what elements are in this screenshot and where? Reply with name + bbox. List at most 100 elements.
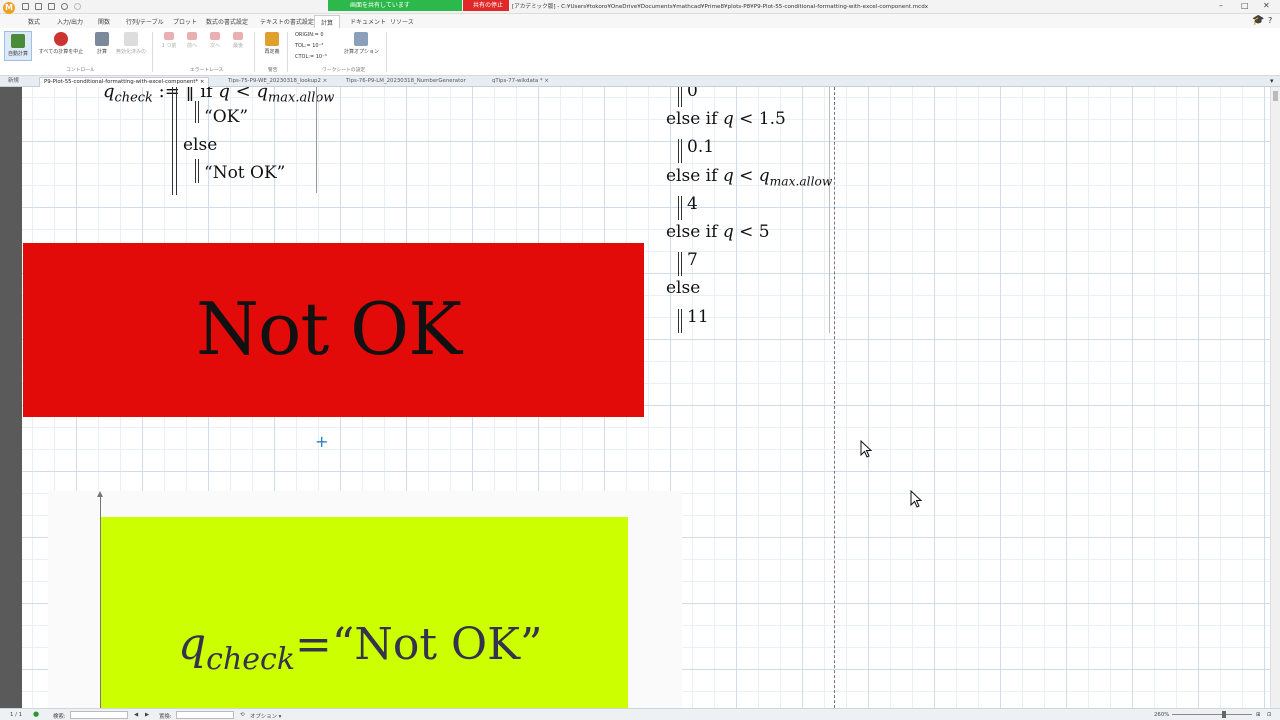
else-keyword[interactable]: else (183, 135, 217, 155)
tab-document[interactable]: ドキュメント (350, 17, 386, 26)
tab-text-formatting[interactable]: テキストの書式設定 (260, 17, 314, 26)
region-divider (829, 87, 830, 333)
group-separator (287, 32, 288, 72)
tab-functions[interactable]: 関数 (98, 17, 110, 26)
help-cap-icon[interactable]: 🎓 (1252, 15, 1264, 26)
tab-resources[interactable]: リソース (390, 17, 414, 26)
program-value: q (758, 165, 770, 186)
program-keyword: else if (666, 222, 723, 242)
calc-disabled-button[interactable]: 無効化済みの (116, 32, 146, 55)
trace-next-button[interactable]: 次へ (207, 32, 223, 49)
program-line[interactable]: 0.1 (687, 137, 714, 157)
program-variable: q (722, 222, 734, 242)
calc-button[interactable]: 計算 (93, 32, 111, 55)
trace-prev-button[interactable]: 前へ (184, 32, 200, 49)
tab-matrices-tables[interactable]: 行列/テーブル (126, 17, 164, 26)
program-line[interactable]: else if q < qmax.allow (666, 166, 832, 188)
vertical-scrollbar[interactable] (1270, 87, 1280, 708)
ctol-setting[interactable]: CTOL:= 10⁻³ (295, 54, 327, 60)
doc-tab-tips-76[interactable]: Tips-76-P9-LM_20230318_NumberGenerator (342, 77, 470, 87)
ribbon-calculation: 自動計算 すべての計算を中止 計算 無効化済みの コントロール 1 つ前 前へ … (0, 28, 1280, 76)
scrollbar-thumb[interactable] (1273, 91, 1278, 101)
replace-icon[interactable]: ⟲ (240, 712, 245, 718)
maximize-icon[interactable]: □ (1241, 1, 1249, 10)
notok-string[interactable]: “Not OK” (204, 163, 285, 183)
minimize-icon[interactable]: – (1219, 1, 1223, 10)
program-line[interactable]: 7 (687, 250, 698, 270)
program-value: 11 (687, 306, 709, 327)
program-value: 7 (687, 250, 698, 271)
program-operator: < (733, 109, 759, 130)
tab-math[interactable]: 数式 (28, 17, 40, 26)
close-icon[interactable]: ✕ (1263, 1, 1270, 10)
tab-math-formatting[interactable]: 数式の書式設定 (206, 17, 248, 26)
ok-string[interactable]: “OK” (204, 107, 248, 127)
open-folder-icon[interactable] (35, 3, 42, 10)
program-subscript: max.allow (769, 173, 833, 188)
trace-last-button[interactable]: 最後 (230, 32, 246, 49)
help-icon[interactable]: ? (1268, 16, 1272, 25)
program-line[interactable]: 4 (687, 194, 698, 214)
options-dropdown[interactable]: オプション ▾ (250, 712, 281, 720)
doc-tab-current[interactable]: P9-Plot-55-conditional-formatting-with-e… (39, 77, 210, 87)
tol-setting[interactable]: TOL:= 10⁻³ (295, 43, 323, 49)
program-variable: q (722, 109, 734, 130)
redo-icon[interactable] (74, 3, 81, 10)
program-keyword: else (666, 278, 701, 299)
tab-calculation[interactable]: 計算 (314, 15, 341, 28)
qcheck-definition[interactable]: qcheck := ‖ if q < qmax.allow (103, 87, 334, 106)
program-line[interactable]: else if q < 1.5 (666, 109, 786, 129)
zoom-slider-track[interactable] (1172, 714, 1252, 715)
last-icon (233, 32, 243, 40)
result-highlight-box[interactable] (101, 517, 628, 708)
program-keyword: else if (666, 165, 723, 186)
doc-tab-new[interactable]: 新規 (4, 77, 23, 87)
tab-list-chevron-icon[interactable]: ▾ (1270, 77, 1274, 85)
search-label: 検索: (53, 714, 66, 720)
control-group-label: コントロール (66, 68, 95, 73)
program-bar (172, 87, 173, 195)
save-icon[interactable] (48, 3, 55, 10)
zoom-slider-thumb[interactable] (1222, 711, 1226, 718)
tab-io[interactable]: 入力/出力 (57, 17, 83, 26)
program-bar (678, 87, 679, 107)
search-next-icon[interactable]: ▶ (145, 712, 149, 718)
group-separator (386, 32, 387, 72)
origin-setting[interactable]: ORIGIN:= 0 (295, 32, 324, 38)
program-line[interactable]: else if q < 5 (666, 222, 770, 242)
auto-calc-button[interactable]: 自動計算 (4, 31, 32, 61)
page-boundary (834, 87, 835, 708)
program-bar (678, 139, 679, 164)
fit-page-icon[interactable]: ⊞ (1256, 712, 1261, 718)
search-prev-icon[interactable]: ◀ (134, 712, 138, 718)
doc-tab-qtips-77[interactable]: qTips-77-wikdata * × (488, 77, 553, 87)
program-line[interactable]: 0 (687, 87, 698, 101)
undo-icon[interactable] (61, 3, 68, 10)
program-bar (681, 252, 682, 277)
qcheck-result[interactable]: qcheck=“Not OK” (178, 619, 543, 677)
trace-first-button[interactable]: 1 つ前 (161, 32, 177, 49)
program-line[interactable]: else (666, 278, 700, 298)
program-bar (176, 87, 177, 195)
fit-width-icon[interactable]: ⊡ (1267, 712, 1272, 718)
zoom-level: 260% (1154, 712, 1170, 718)
program-value: 5 (758, 222, 770, 242)
new-file-icon[interactable] (22, 3, 29, 10)
options-icon (354, 32, 368, 46)
search-input[interactable] (70, 711, 128, 719)
program-value: 1.5 (758, 109, 786, 130)
calc-options-button[interactable]: 計算オプション (344, 32, 379, 55)
stop-all-calc-button[interactable]: すべての計算を中止 (36, 32, 86, 55)
replace-input[interactable] (176, 711, 234, 719)
worksheet[interactable]: qcheck := ‖ if q < qmax.allow “OK” else … (0, 87, 1280, 708)
program-bar (678, 195, 679, 220)
program-line[interactable]: 11 (687, 307, 709, 327)
group-separator (254, 32, 255, 72)
doc-tab-tips-75[interactable]: Tips-75-P9-WE_20230318_lookup2 × (224, 77, 331, 87)
replace-label: 置換: (159, 714, 172, 720)
tab-plots[interactable]: プロット (173, 17, 197, 26)
group-separator (152, 32, 153, 72)
app-logo[interactable]: M (3, 2, 15, 14)
stop-share-button[interactable]: 共有の停止 (463, 0, 509, 11)
redefine-button[interactable]: 再定義 (262, 32, 282, 55)
